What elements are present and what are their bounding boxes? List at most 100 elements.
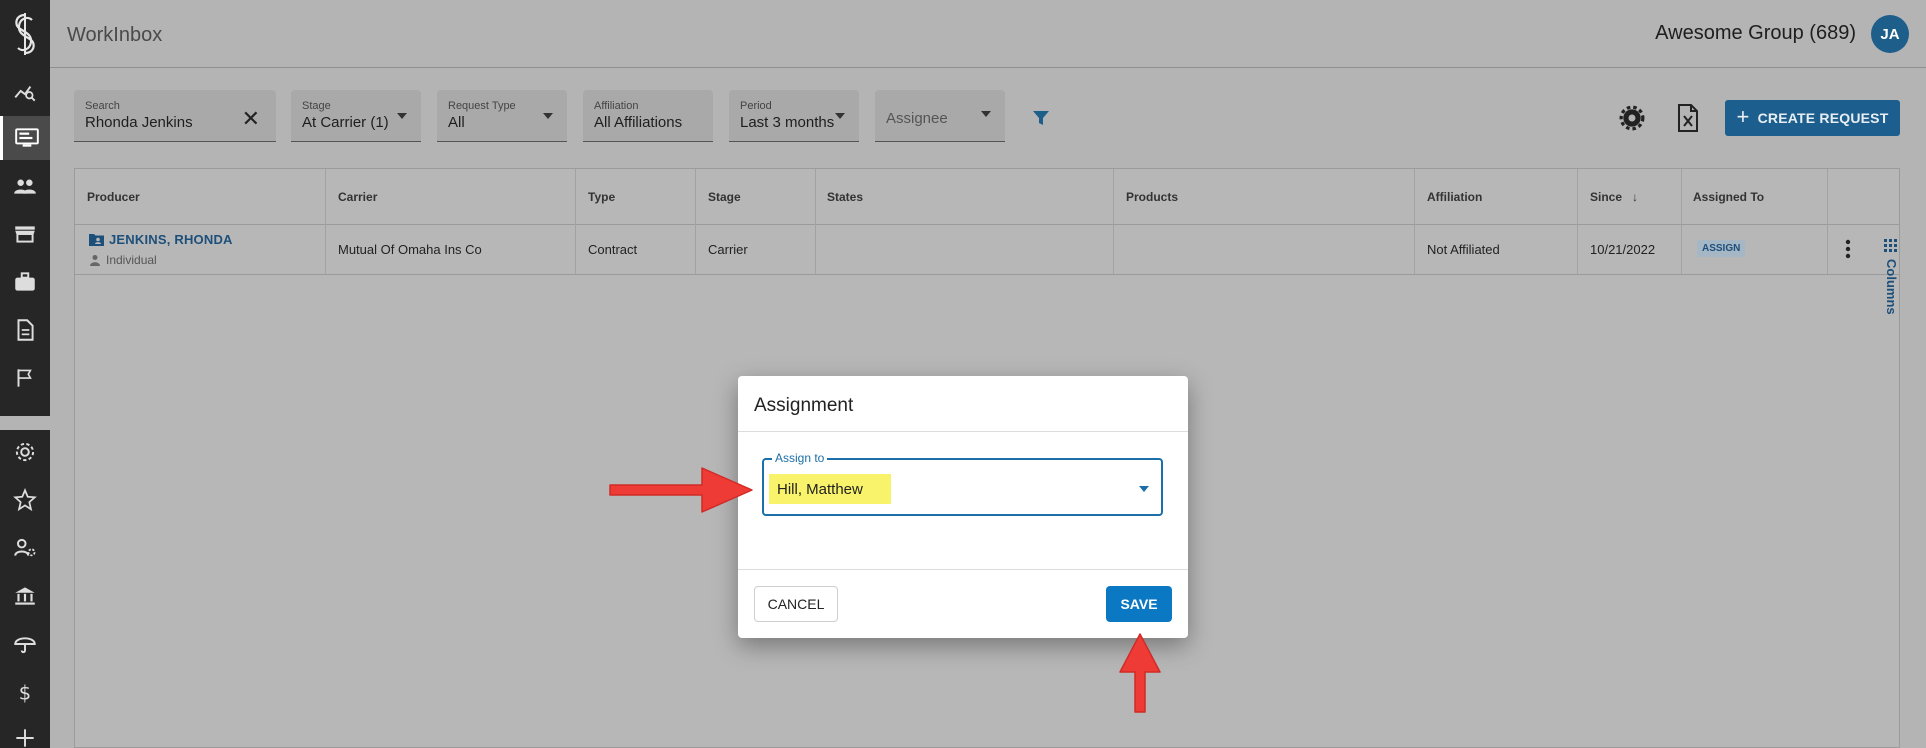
gear-icon	[15, 442, 35, 462]
create-request-label: CREATE REQUEST	[1757, 110, 1889, 126]
create-request-button[interactable]: + CREATE REQUEST	[1725, 100, 1900, 136]
table-row[interactable]: JENKINS, RHONDA Individual Mutual Of Oma…	[75, 225, 1899, 275]
assignee-filter[interactable]: Assignee	[875, 90, 1005, 142]
excel-export-icon[interactable]	[1676, 103, 1700, 133]
stage-label: Stage	[302, 100, 331, 112]
svg-text:$: $	[19, 682, 31, 705]
briefcase-icon	[15, 272, 35, 291]
nav-dashboard[interactable]	[0, 70, 50, 114]
col-affiliation[interactable]: Affiliation	[1427, 190, 1482, 204]
nav-people[interactable]	[0, 164, 50, 208]
chevron-down-icon	[835, 113, 845, 119]
people-icon	[14, 179, 36, 194]
request-type-filter[interactable]: Request Type All	[437, 90, 567, 142]
cell-type: Contract	[588, 242, 638, 257]
nav-bank[interactable]	[0, 574, 50, 618]
nav-billing[interactable]: $	[0, 670, 50, 714]
col-assigned-to[interactable]: Assigned To	[1693, 190, 1764, 204]
flag-icon	[17, 369, 32, 387]
dashboard-icon	[14, 86, 36, 102]
producer-name[interactable]: JENKINS, RHONDA	[109, 232, 233, 247]
nav-flow[interactable]	[0, 716, 50, 748]
dialog-divider	[738, 431, 1188, 432]
table-header: Producer Carrier Type Stage States Produ…	[75, 169, 1899, 225]
save-button[interactable]: SAVE	[1106, 586, 1172, 622]
folder-user-icon	[89, 234, 104, 246]
producer-type-label: Individual	[106, 253, 157, 267]
col-carrier[interactable]: Carrier	[338, 190, 377, 204]
document-icon	[17, 319, 34, 341]
assign-to-select[interactable]: Assign to Hill, Matthew	[762, 451, 1163, 516]
cancel-button[interactable]: CANCEL	[754, 586, 838, 622]
app-logo-icon[interactable]	[10, 12, 40, 56]
search-label: Search	[85, 100, 120, 112]
settings-gear-icon[interactable]	[1619, 105, 1645, 131]
nav-documents[interactable]	[0, 308, 50, 352]
period-label: Period	[740, 100, 772, 112]
nav-store[interactable]	[0, 212, 50, 256]
affiliation-value: All Affiliations	[594, 114, 683, 131]
chevron-down-icon	[543, 113, 553, 119]
annotation-arrow-up-icon	[1119, 633, 1161, 713]
clear-search-icon[interactable]: ✕	[242, 108, 260, 130]
work-inbox-icon	[14, 128, 39, 147]
dialog-title: Assignment	[754, 395, 854, 416]
assignment-dialog: Assignment Assign to Hill, Matthew CANCE…	[738, 376, 1188, 638]
col-products[interactable]: Products	[1126, 190, 1178, 204]
nav-divider	[0, 416, 50, 430]
page-title: WorkInbox	[67, 24, 163, 46]
assign-to-value: Hill, Matthew	[777, 481, 863, 498]
col-producer[interactable]: Producer	[87, 190, 140, 204]
nav-briefcase[interactable]	[0, 260, 50, 304]
col-stage[interactable]: Stage	[708, 190, 741, 204]
columns-panel-toggle[interactable]: Columns	[1881, 237, 1901, 327]
affiliation-filter[interactable]: Affiliation All Affiliations	[583, 90, 713, 142]
columns-label: Columns	[1884, 259, 1899, 315]
left-nav-rail: $	[0, 0, 50, 748]
chevron-down-icon	[397, 113, 407, 119]
plus-icon: +	[1736, 104, 1750, 129]
search-filter[interactable]: Search Rhonda Jenkins ✕	[74, 90, 276, 142]
assign-to-label: Assign to	[772, 451, 828, 465]
top-bar: WorkInbox Awesome Group (689) JA	[50, 0, 1926, 68]
dollar-icon: $	[19, 682, 31, 705]
person-icon	[90, 255, 100, 266]
period-value: Last 3 months	[740, 114, 835, 131]
nav-work-inbox[interactable]	[0, 116, 50, 160]
nav-flag[interactable]	[0, 356, 50, 400]
search-input[interactable]: Rhonda Jenkins	[85, 114, 265, 131]
nav-settings[interactable]	[0, 430, 50, 474]
col-type[interactable]: Type	[588, 190, 615, 204]
avatar[interactable]: JA	[1871, 15, 1909, 53]
chevron-down-icon	[981, 111, 991, 117]
group-name[interactable]: Awesome Group (689)	[1655, 22, 1856, 45]
flow-icon	[16, 729, 34, 747]
user-settings-icon	[14, 538, 36, 557]
request-type-label: Request Type	[448, 100, 516, 112]
col-since-label: Since	[1590, 190, 1623, 204]
producer-link[interactable]: JENKINS, RHONDA	[89, 232, 233, 247]
nav-user-settings[interactable]	[0, 526, 50, 570]
request-type-value: All	[448, 114, 465, 131]
columns-grid-icon	[1884, 239, 1897, 252]
cell-stage: Carrier	[708, 242, 748, 257]
affiliation-label: Affiliation	[594, 100, 639, 112]
col-states[interactable]: States	[827, 190, 863, 204]
store-icon	[15, 226, 35, 243]
stage-filter[interactable]: Stage At Carrier (1)	[291, 90, 421, 142]
more-vert-icon[interactable]	[1845, 239, 1851, 259]
period-filter[interactable]: Period Last 3 months	[729, 90, 859, 142]
nav-badge[interactable]	[0, 478, 50, 522]
cell-carrier: Mutual Of Omaha Ins Co	[338, 242, 482, 257]
nav-umbrella[interactable]	[0, 622, 50, 666]
filter-icon[interactable]	[1031, 108, 1051, 128]
umbrella-icon	[14, 637, 36, 654]
cell-affiliation: Not Affiliated	[1427, 242, 1500, 257]
chevron-down-icon[interactable]	[1139, 486, 1149, 492]
badge-icon	[13, 487, 37, 512]
annotation-arrow-right-icon	[609, 467, 753, 513]
assignee-placeholder: Assignee	[886, 110, 948, 127]
col-since[interactable]: Since ↓	[1590, 190, 1638, 204]
assign-chip[interactable]: ASSIGN	[1697, 240, 1746, 257]
sort-desc-icon[interactable]: ↓	[1632, 190, 1638, 204]
